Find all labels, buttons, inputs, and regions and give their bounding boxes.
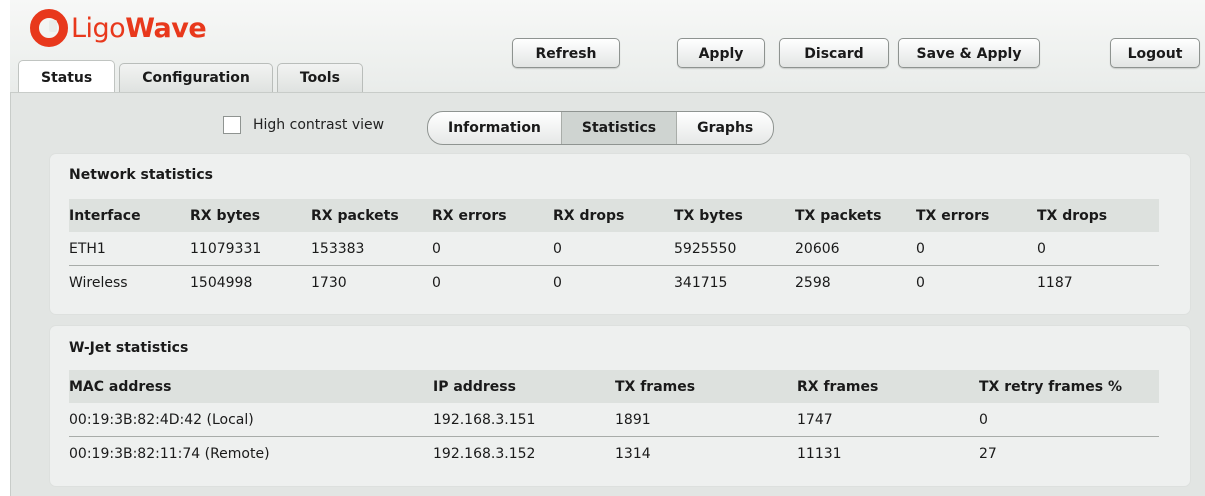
col-tx-frames: TX frames (615, 370, 797, 403)
table-cell: 20606 (795, 232, 916, 266)
table-cell: 1314 (615, 445, 651, 462)
wjet-statistics-panel: W-Jet statistics MAC address IP address … (49, 325, 1191, 487)
table-cell: 0 (916, 232, 1037, 266)
content-area: High contrast view Information Statistic… (10, 92, 1205, 496)
col-tx-drops: TX drops (1037, 199, 1159, 232)
table-cell: 0 (553, 274, 562, 291)
table-cell: 1187 (1037, 274, 1073, 291)
table-cell: 1504998 (190, 274, 253, 291)
col-rx-frames: RX frames (797, 370, 979, 403)
save-apply-button[interactable]: Save & Apply (898, 38, 1040, 68)
tab-status[interactable]: Status (18, 60, 116, 92)
col-ip-address: IP address (433, 370, 615, 403)
network-statistics-table: Interface RX bytes RX packets RX errors … (69, 199, 1159, 299)
table-cell: 2598 (795, 274, 831, 291)
apply-button[interactable]: Apply (677, 38, 765, 68)
network-statistics-title: Network statistics (69, 167, 213, 183)
table-cell: 11079331 (190, 232, 311, 266)
table-cell: 00:19:3B:82:4D:42 (Local) (69, 403, 433, 437)
table-cell: 192.168.3.152 (433, 445, 536, 462)
logo-mark-icon (30, 9, 68, 47)
logout-button[interactable]: Logout (1110, 38, 1200, 68)
ligowave-logo: LigoWave (30, 8, 207, 48)
table-cell: 0 (432, 274, 441, 291)
segment-information[interactable]: Information (428, 112, 562, 144)
tab-configuration[interactable]: Configuration (119, 63, 273, 92)
col-rx-packets: RX packets (311, 199, 432, 232)
table-cell: 0 (916, 274, 925, 291)
table-cell: 1730 (311, 274, 347, 291)
segment-statistics[interactable]: Statistics (561, 112, 678, 144)
table-cell: 1747 (797, 403, 979, 437)
table-row: 00:19:3B:82:4D:42 (Local) 192.168.3.151 … (69, 403, 1159, 437)
col-tx-bytes: TX bytes (674, 199, 795, 232)
wjet-statistics-title: W-Jet statistics (69, 340, 189, 356)
table-row: Wireless 1504998 1730 0 0 341715 2598 0 … (69, 266, 1159, 300)
table-cell: 0 (432, 232, 553, 266)
col-rx-errors: RX errors (432, 199, 553, 232)
high-contrast-label: High contrast view (253, 117, 385, 133)
table-cell: Wireless (69, 274, 128, 291)
table-cell: 0 (553, 232, 674, 266)
table-cell: 1891 (615, 403, 797, 437)
tab-tools[interactable]: Tools (276, 63, 363, 92)
table-cell: 0 (1037, 232, 1159, 266)
high-contrast-checkbox[interactable] (223, 116, 241, 134)
discard-button[interactable]: Discard (779, 38, 889, 68)
table-cell: ETH1 (69, 232, 190, 266)
app-header: LigoWave Status Configuration Tools Refr… (10, 0, 1205, 92)
logo-text-wave: Wave (125, 12, 207, 44)
col-interface: Interface (69, 199, 190, 232)
view-segmented-control: Information Statistics Graphs (427, 111, 775, 145)
table-cell: 11131 (797, 445, 842, 462)
table-cell: 153383 (311, 232, 432, 266)
col-tx-packets: TX packets (795, 199, 916, 232)
table-row: 00:19:3B:82:11:74 (Remote) 192.168.3.152… (69, 437, 1159, 471)
network-statistics-panel: Network statistics Interface RX bytes RX… (49, 153, 1191, 315)
table-cell: 5925550 (674, 232, 795, 266)
col-rx-drops: RX drops (553, 199, 674, 232)
col-tx-errors: TX errors (916, 199, 1037, 232)
logo-text-ligo: Ligo (71, 12, 126, 44)
wjet-statistics-table: MAC address IP address TX frames RX fram… (69, 370, 1159, 470)
segment-graphs[interactable]: Graphs (677, 112, 773, 144)
table-header-row: Interface RX bytes RX packets RX errors … (69, 199, 1159, 232)
table-row: ETH1 11079331 153383 0 0 5925550 20606 0… (69, 232, 1159, 266)
table-header-row: MAC address IP address TX frames RX fram… (69, 370, 1159, 403)
col-tx-retry-frames: TX retry frames % (979, 370, 1159, 403)
table-cell: 341715 (674, 274, 728, 291)
main-tabs: Status Configuration Tools (18, 60, 367, 92)
table-cell: 00:19:3B:82:11:74 (Remote) (69, 445, 270, 462)
table-cell: 0 (979, 403, 1159, 437)
high-contrast-toggle[interactable]: High contrast view (223, 116, 384, 134)
table-cell: 27 (979, 445, 997, 462)
table-cell: 192.168.3.151 (433, 403, 615, 437)
col-rx-bytes: RX bytes (190, 199, 311, 232)
refresh-button[interactable]: Refresh (512, 38, 620, 68)
col-mac-address: MAC address (69, 370, 433, 403)
